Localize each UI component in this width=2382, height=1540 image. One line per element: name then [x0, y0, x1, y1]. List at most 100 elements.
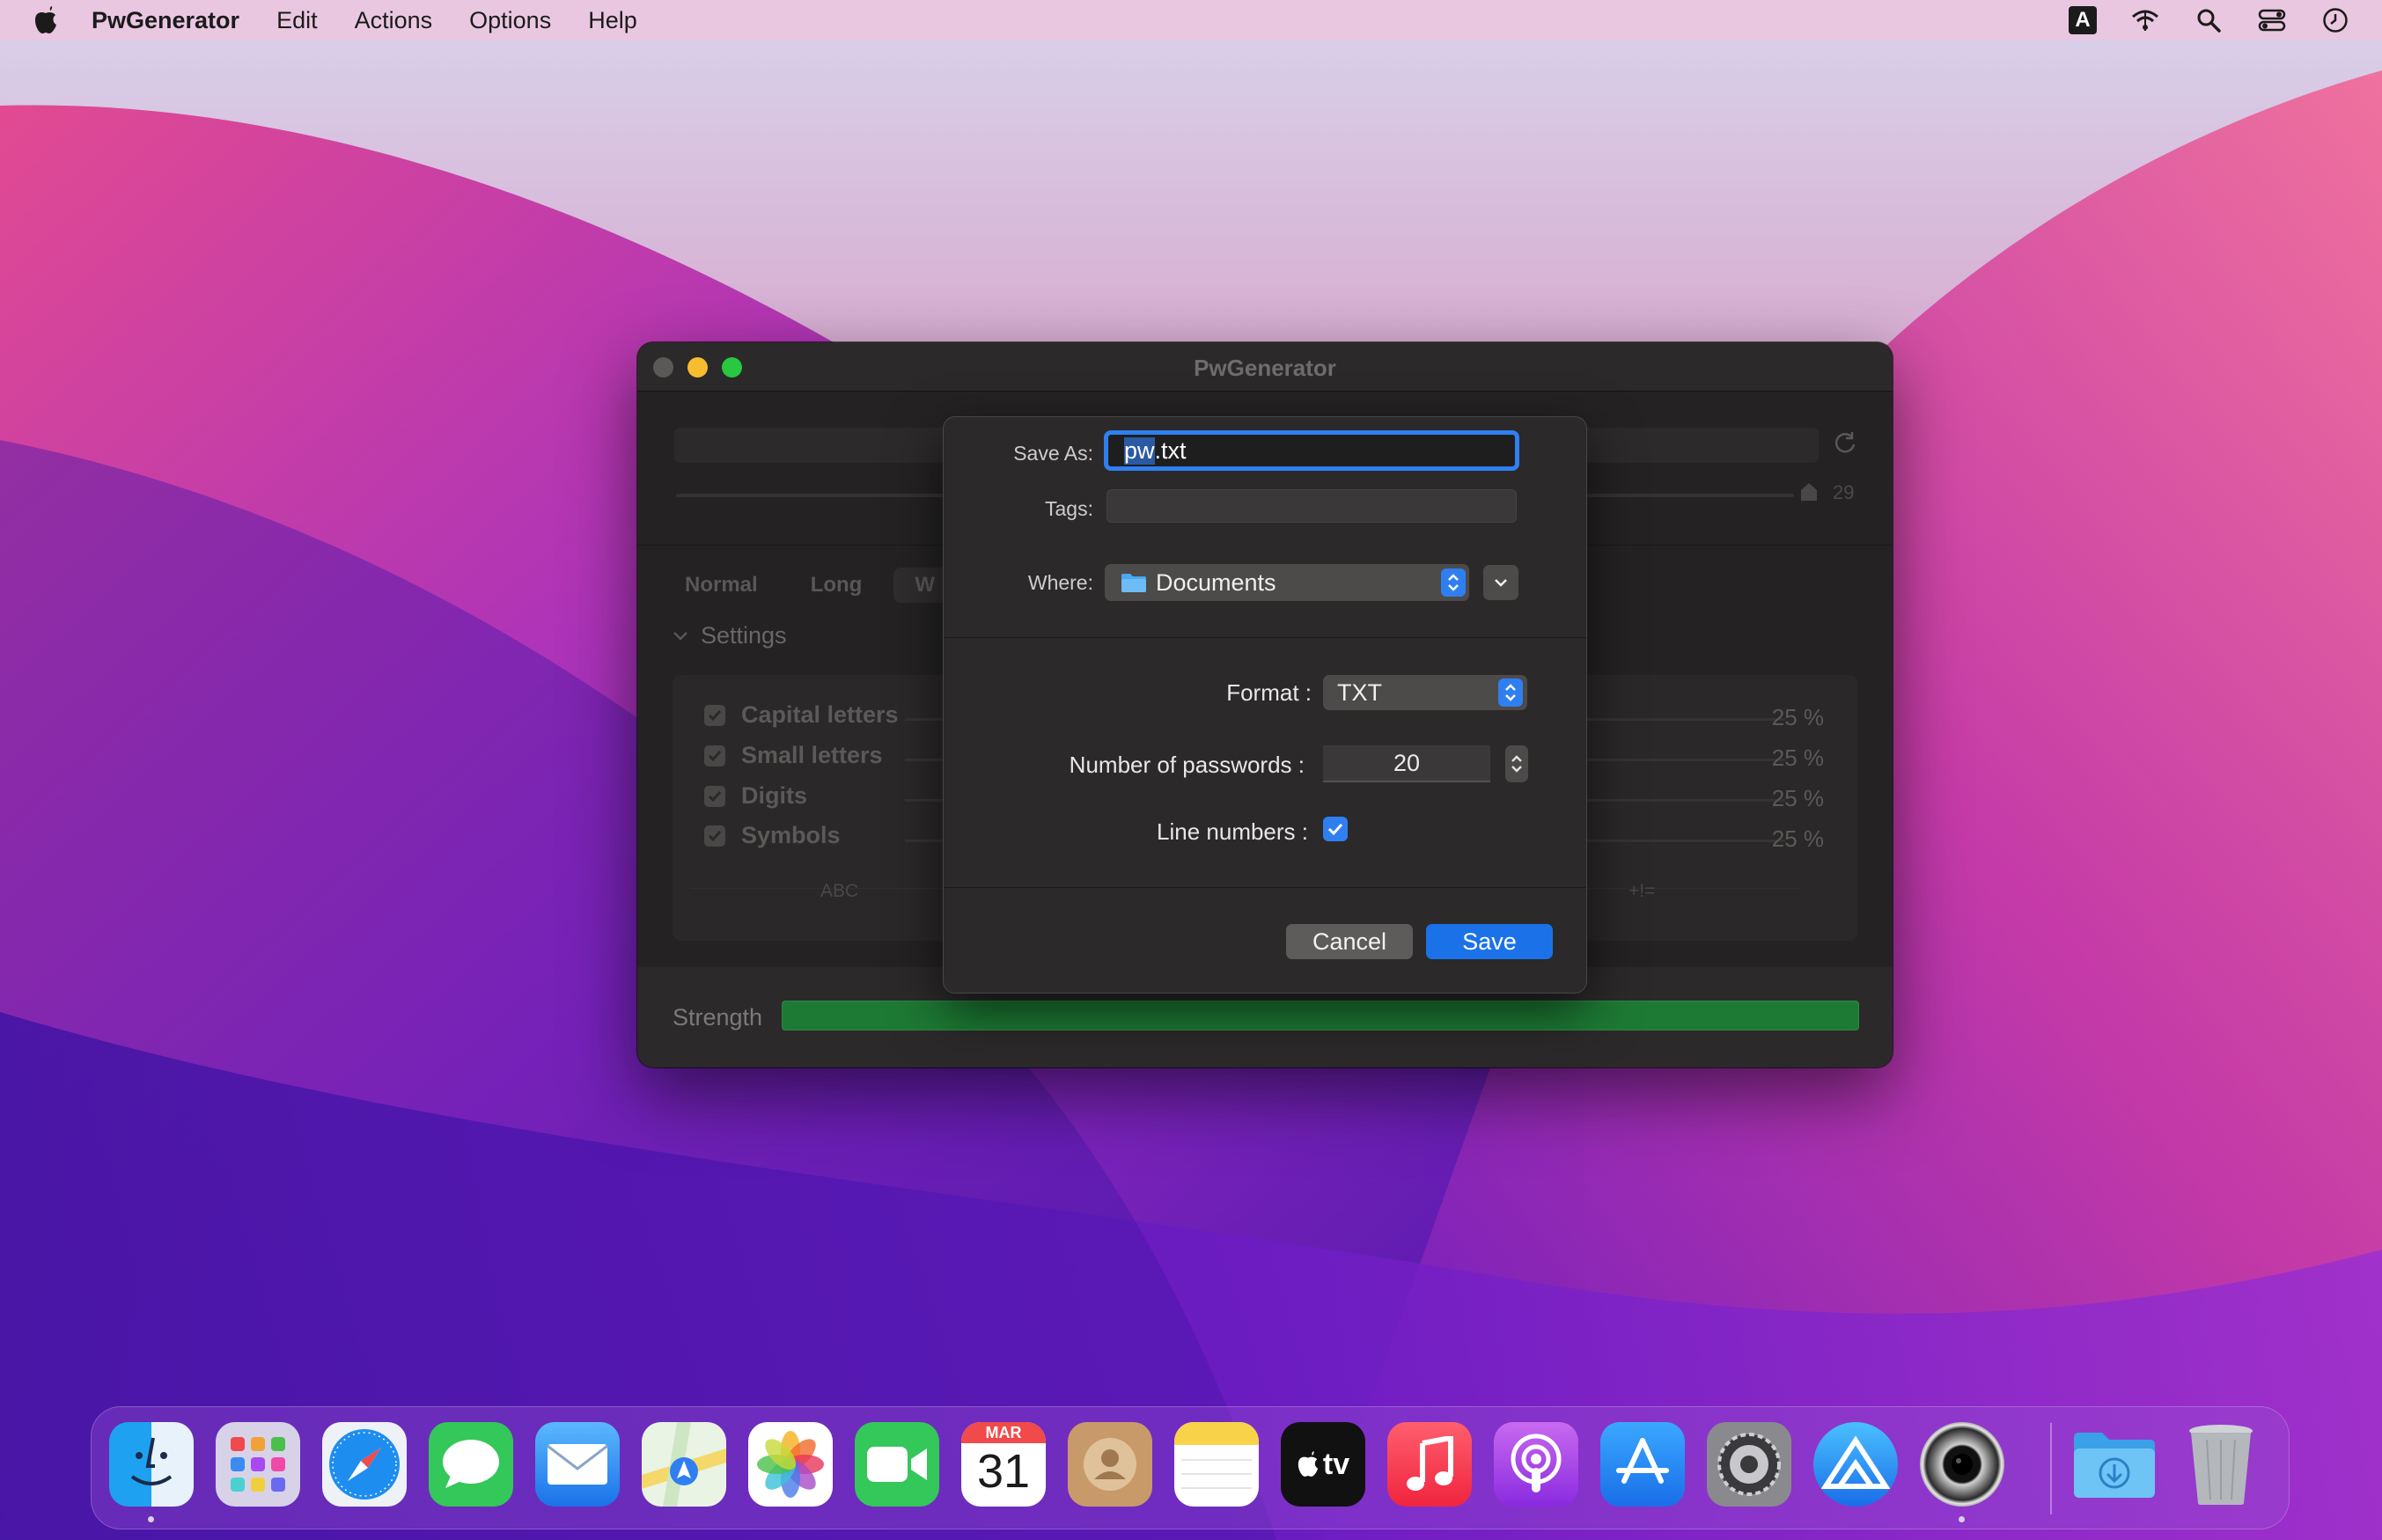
number-of-passwords-stepper[interactable] — [1505, 745, 1528, 782]
mail-icon — [547, 1444, 608, 1485]
checkmark-icon[interactable] — [704, 825, 725, 847]
strength-meter — [782, 1001, 1859, 1030]
option-small-letters[interactable]: Small letters — [704, 742, 883, 769]
option-label: Capital letters — [741, 701, 899, 728]
keyboard-input-icon[interactable]: A — [2069, 6, 2097, 34]
number-of-passwords-label: Number of passwords : — [1069, 752, 1305, 778]
option-symbols[interactable]: Symbols — [704, 822, 841, 849]
dock: MAR 31 tv — [91, 1406, 2290, 1529]
menu-edit[interactable]: Edit — [276, 7, 318, 34]
length-slider-knob[interactable] — [1799, 481, 1819, 502]
dock-podcasts[interactable] — [1494, 1422, 1578, 1507]
option-digits[interactable]: Digits — [704, 782, 807, 810]
dock-maps[interactable] — [642, 1422, 726, 1507]
dock-app-store[interactable] — [1600, 1422, 1685, 1507]
dock-launchpad[interactable] — [216, 1422, 300, 1507]
number-of-passwords-input[interactable]: 20 — [1323, 745, 1490, 782]
trash-icon — [2189, 1425, 2253, 1505]
checkmark-icon[interactable] — [704, 785, 725, 807]
messages-icon — [443, 1440, 499, 1488]
where-label: Where: — [1027, 571, 1093, 594]
dock-finder[interactable] — [109, 1422, 194, 1507]
dock-mail[interactable] — [535, 1422, 620, 1507]
checkmark-icon — [1327, 823, 1343, 836]
tab-normal[interactable]: Normal — [664, 568, 779, 603]
apple-icon — [1298, 1451, 1319, 1477]
format-label: Format : — [1226, 679, 1312, 706]
save-as-input[interactable]: pw .txt — [1104, 430, 1519, 471]
apple-icon — [35, 6, 56, 34]
option-percent: 25 % — [1771, 704, 1824, 730]
dock-system-preferences[interactable] — [1707, 1422, 1791, 1507]
line-numbers-checkbox[interactable] — [1323, 817, 1348, 841]
line-numbers-label: Line numbers : — [1157, 818, 1308, 845]
where-popup-button[interactable]: Documents — [1105, 564, 1469, 601]
finder-icon — [130, 1437, 173, 1485]
spotlight-search-icon[interactable] — [2194, 5, 2224, 35]
tags-label: Tags: — [1045, 497, 1093, 520]
save-button[interactable]: Save — [1426, 924, 1553, 959]
option-percent: 25 % — [1771, 825, 1824, 852]
dock-contacts[interactable] — [1068, 1422, 1152, 1507]
dock-facetime[interactable] — [855, 1422, 939, 1507]
chevron-up-icon[interactable] — [1511, 754, 1523, 763]
settings-disclosure[interactable]: Settings — [673, 622, 787, 649]
chevron-down-icon[interactable] — [1511, 765, 1523, 774]
menu-help[interactable]: Help — [588, 7, 637, 34]
menu-actions[interactable]: Actions — [355, 7, 433, 34]
where-popup-arrows[interactable] — [1441, 568, 1466, 597]
dock-apple-tv[interactable]: tv — [1281, 1422, 1365, 1507]
wifi-icon[interactable] — [2130, 5, 2160, 35]
menu-options[interactable]: Options — [469, 7, 551, 34]
dock-downloads-folder[interactable] — [2072, 1422, 2157, 1507]
option-capital-letters[interactable]: Capital letters — [704, 701, 899, 729]
camera-lens-icon — [1952, 1454, 1973, 1475]
format-popup-arrows[interactable] — [1498, 678, 1523, 707]
apple-tv-label: tv — [1322, 1447, 1350, 1481]
option-percent: 25 % — [1771, 744, 1824, 771]
control-center-icon[interactable] — [2257, 5, 2287, 35]
dock-music[interactable] — [1387, 1422, 1472, 1507]
clock-icon[interactable] — [2320, 5, 2350, 35]
tags-input[interactable] — [1106, 489, 1517, 523]
expand-dialog-button[interactable] — [1483, 565, 1518, 600]
dock-messages[interactable] — [429, 1422, 513, 1507]
launchpad-icon — [231, 1437, 285, 1492]
mountain-icon — [1820, 1435, 1891, 1489]
dock-photos[interactable] — [748, 1422, 833, 1507]
dock-notes[interactable] — [1174, 1422, 1259, 1507]
checkmark-icon[interactable] — [704, 744, 725, 766]
folder-icon — [1121, 574, 1146, 592]
settings-header-label: Settings — [701, 622, 787, 649]
option-label: Small letters — [741, 742, 883, 768]
chevron-down-icon — [1495, 579, 1507, 587]
format-popup-button[interactable]: TXT — [1323, 675, 1527, 710]
charset-right-label: +!= — [1628, 881, 1656, 901]
dock-safari[interactable] — [322, 1422, 407, 1507]
gear-icon — [1717, 1433, 1781, 1496]
calendar-month: MAR — [961, 1422, 1046, 1443]
refresh-icon[interactable] — [1833, 430, 1857, 459]
calendar-day: 31 — [976, 1445, 1031, 1498]
option-label: Symbols — [741, 822, 841, 848]
save-dialog: Save As: pw .txt Tags: Where: Documents F… — [943, 416, 1587, 994]
up-down-chevron-icon — [1505, 684, 1516, 701]
checkmark-icon[interactable] — [704, 704, 725, 726]
length-value: 29 — [1833, 481, 1855, 503]
photos-icon — [757, 1431, 824, 1498]
cancel-button[interactable]: Cancel — [1286, 924, 1413, 959]
save-as-selected-text: pw — [1124, 436, 1155, 465]
tab-long[interactable]: Long — [790, 568, 884, 603]
apple-menu[interactable] — [0, 6, 92, 34]
sheet-divider — [944, 887, 1586, 888]
dock-trash[interactable] — [2179, 1422, 2263, 1507]
facetime-icon — [867, 1447, 927, 1482]
menu-app-name[interactable]: PwGenerator — [92, 7, 239, 34]
strength-meter-fill — [782, 1001, 1859, 1030]
dock-calendar[interactable]: MAR 31 — [961, 1422, 1046, 1507]
dock-affinity[interactable] — [1813, 1422, 1898, 1507]
running-indicator — [148, 1516, 154, 1522]
menu-bar: PwGenerator Edit Actions Options Help A — [0, 0, 2382, 40]
dock-camera-utility[interactable] — [1920, 1422, 2004, 1507]
podcasts-icon — [1511, 1434, 1562, 1492]
